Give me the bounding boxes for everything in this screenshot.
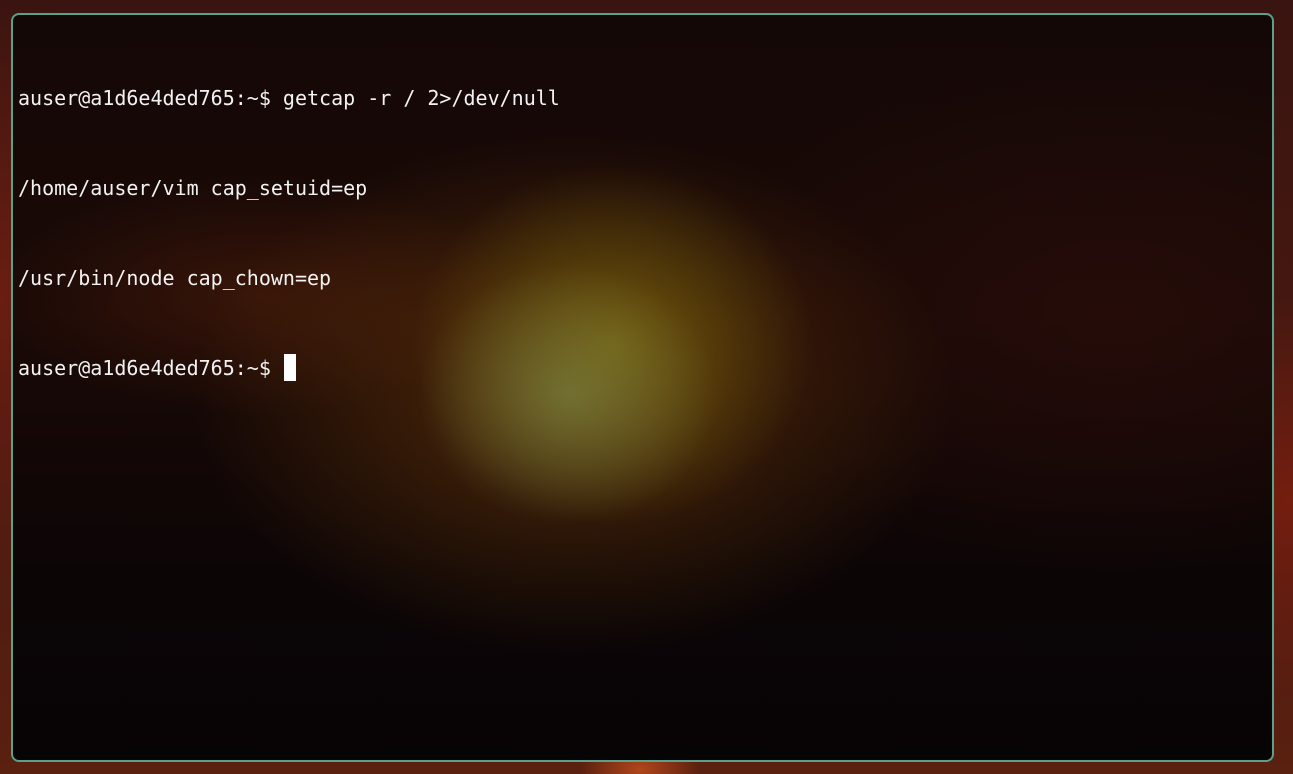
terminal-line-output: /usr/bin/node cap_chown=ep xyxy=(18,266,332,290)
shell-prompt: auser@a1d6e4ded765:~$ xyxy=(18,356,271,380)
terminal-window[interactable]: auser@a1d6e4ded765:~$ getcap -r / 2>/dev… xyxy=(11,13,1274,762)
terminal-prompt-line[interactable]: auser@a1d6e4ded765:~$ xyxy=(18,353,1267,383)
text-cursor xyxy=(283,354,296,381)
terminal-output[interactable]: auser@a1d6e4ded765:~$ getcap -r / 2>/dev… xyxy=(18,23,1267,755)
terminal-line-command: auser@a1d6e4ded765:~$ getcap -r / 2>/dev… xyxy=(18,86,560,110)
terminal-line-output: /home/auser/vim cap_setuid=ep xyxy=(18,176,368,200)
